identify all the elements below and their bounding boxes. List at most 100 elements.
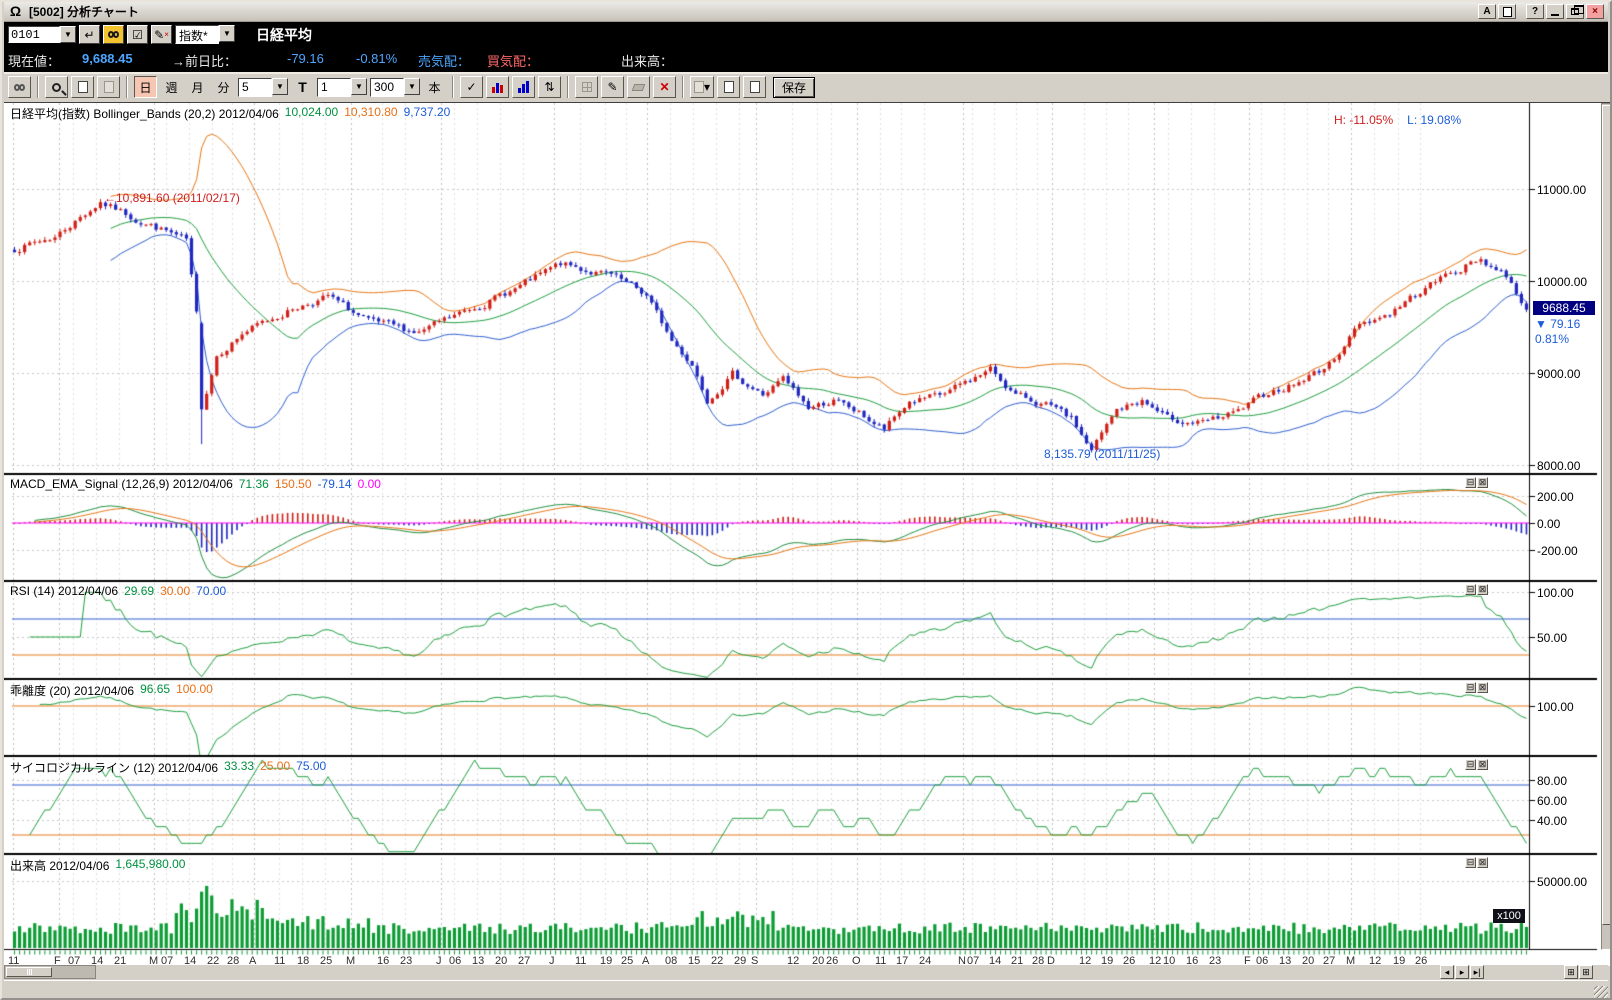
zoom-button[interactable] — [45, 76, 68, 98]
category-select[interactable]: 指数* ▼ — [175, 25, 235, 44]
restore-button[interactable] — [1566, 4, 1584, 19]
y-axis-label: 0.00 — [1537, 517, 1561, 531]
current-price-value: 9,688.45 — [82, 51, 133, 66]
close-button[interactable]: × — [1586, 4, 1604, 19]
panel-close-icon[interactable]: ⊠ — [1477, 682, 1488, 693]
panel-close-icon[interactable]: ⊠ — [1477, 477, 1488, 488]
help-button[interactable]: ? — [1526, 4, 1544, 19]
volume-title: 出来高 2012/04/06 — [10, 859, 110, 873]
volume-indicator-button[interactable] — [512, 76, 535, 98]
y-axis-label: 80.00 — [1537, 774, 1568, 788]
scroll-left-button[interactable]: ◂ — [1440, 965, 1454, 979]
search-button[interactable] — [103, 25, 124, 44]
prev-diff-label: →前日比： — [172, 54, 238, 69]
x-axis-label: 17 — [896, 955, 909, 967]
y-axis-label: 60.00 — [1537, 794, 1568, 808]
x-axis-label: 11 — [8, 955, 20, 967]
category-dropdown-arrow[interactable]: ▼ — [219, 25, 235, 42]
minute-dropdown-arrow[interactable]: ▼ — [272, 77, 288, 95]
edit-list-button[interactable]: ☑ — [127, 25, 148, 44]
x-axis-label: 12 — [1369, 955, 1382, 967]
x-axis-label: 29 — [734, 955, 747, 967]
indicator-button[interactable] — [486, 76, 509, 98]
compare-button[interactable] — [8, 76, 31, 98]
eraser-button[interactable] — [627, 76, 650, 98]
x-axis-label: J — [549, 955, 555, 967]
candle-type-button[interactable]: ✓ — [460, 76, 483, 98]
page-icon — [723, 81, 734, 93]
app-logo-icon: Ω — [9, 3, 22, 19]
y-axis-label: 100.00 — [1537, 586, 1574, 600]
low-pct: L: 19.08% — [1407, 113, 1462, 127]
tick-dropdown-arrow[interactable]: ▼ — [351, 77, 367, 95]
panel-minimize-icon[interactable]: ⊟ — [1465, 759, 1476, 770]
x-axis-label: 11 — [875, 955, 887, 967]
psych-title: サイコロジカルライン (12) 2012/04/06 — [10, 761, 219, 775]
x-axis-label: 22 — [711, 955, 724, 967]
x-axis-label: M — [1346, 955, 1356, 967]
delete-draw-button[interactable]: ✕ — [653, 76, 676, 98]
panel-close-icon[interactable]: ⊠ — [1477, 857, 1488, 868]
panel-close-icon[interactable]: ⊠ — [1477, 584, 1488, 595]
chart-overlay: 日経平均(指数) Bollinger_Bands (20,2) 2012/04/… — [4, 103, 1610, 967]
resize-grip[interactable] — [1594, 986, 1608, 998]
bars-dropdown-arrow[interactable]: ▼ — [404, 77, 420, 95]
y-axis-label: 100.00 — [1537, 700, 1574, 714]
symbol-code-input[interactable] — [8, 26, 60, 43]
x-axis-label: 23 — [400, 955, 413, 967]
draw-button[interactable]: ✎ — [601, 76, 624, 98]
y-axis-label: 50000.00 — [1537, 875, 1588, 889]
chart-toolbar: 日 週 月 分 5 ▼ T 1 ▼ 300 ▼ 本 ✓ ⇅ ✎ ✕ ▾ 保存 — [4, 72, 1608, 100]
horizontal-scrollbar[interactable] — [4, 965, 96, 979]
period-minute-button[interactable]: 分 — [212, 76, 235, 98]
save-button[interactable]: 保存 — [773, 76, 816, 98]
kairi-title: 乖離度 (20) 2012/04/06 — [10, 684, 135, 698]
x-axis-label: 07 — [161, 955, 174, 967]
x-axis-label: 24 — [919, 955, 932, 967]
scroll-right-button[interactable]: ▸ — [1455, 965, 1469, 979]
x-axis-label: J — [436, 955, 442, 967]
save-layout-button[interactable] — [717, 76, 741, 98]
period-week-button[interactable]: 週 — [160, 76, 183, 98]
enter-button[interactable]: ↵ — [79, 25, 100, 44]
x-axis-label: 15 — [688, 955, 701, 967]
grid-button[interactable] — [575, 76, 598, 98]
x-axis-label: 25 — [621, 955, 634, 967]
bottom-bar: ◂ ▸ ▸| ⊞ ⊞ — [4, 965, 1608, 980]
copy-window-button[interactable] — [1498, 4, 1517, 19]
page-copy-button[interactable] — [97, 76, 120, 98]
sort-button[interactable]: ⇅ — [538, 76, 561, 98]
panel-minimize-icon[interactable]: ⊟ — [1465, 682, 1476, 693]
panel-close-icon[interactable]: ⊠ — [1477, 759, 1488, 770]
horizontal-scrollbar-thumb[interactable] — [6, 967, 52, 977]
period-day-button[interactable]: 日 — [134, 76, 157, 98]
grid-layout-2-button[interactable]: ⊞ — [1579, 965, 1593, 979]
quote-bar: 現在値： 9,688.45 →前日比： -79.16 -0.81% 売気配： 買… — [4, 47, 1608, 72]
grid-layout-button[interactable]: ⊞ — [1564, 965, 1578, 979]
panel-minimize-icon[interactable]: ⊟ — [1465, 857, 1476, 868]
scroll-end-button[interactable]: ▸| — [1470, 965, 1484, 979]
panel-minimize-icon[interactable]: ⊟ — [1465, 477, 1476, 488]
x-axis-label: 13 — [472, 955, 485, 967]
symbol-dropdown-arrow[interactable]: ▼ — [60, 26, 76, 43]
layout-menu-button[interactable]: ▾ — [690, 76, 715, 98]
new-page-button[interactable] — [71, 76, 94, 98]
bars-select[interactable]: 300 ▼ — [370, 77, 420, 97]
minute-value: 5 — [238, 77, 272, 97]
eraser-icon — [631, 83, 646, 91]
minute-select[interactable]: 5 ▼ — [238, 77, 288, 97]
x-axis-label: F — [1244, 955, 1251, 967]
period-month-button[interactable]: 月 — [186, 76, 209, 98]
x-axis-label: 27 — [518, 955, 531, 967]
panel-minimize-icon[interactable]: ⊟ — [1465, 584, 1476, 595]
symbol-bar: ▼ ↵ ☑ ✎× 指数* ▼ 日経平均 — [4, 22, 1608, 47]
tick-select[interactable]: 1 ▼ — [317, 77, 367, 97]
app-window: Ω [5002] 分析チャート A ? × ▼ ↵ ☑ ✎× 指数* ▼ 日経平… — [0, 0, 1612, 1000]
x-axis-label: 19 — [1393, 955, 1406, 967]
clear-draw-button[interactable]: ✎ × — [151, 25, 172, 44]
load-layout-button[interactable] — [743, 76, 767, 98]
x-axis-label: 26 — [1415, 955, 1428, 967]
font-button[interactable]: A — [1478, 4, 1496, 19]
boll-mid-value: 10,024.00 — [284, 105, 339, 119]
minimize-button[interactable] — [1546, 4, 1564, 19]
